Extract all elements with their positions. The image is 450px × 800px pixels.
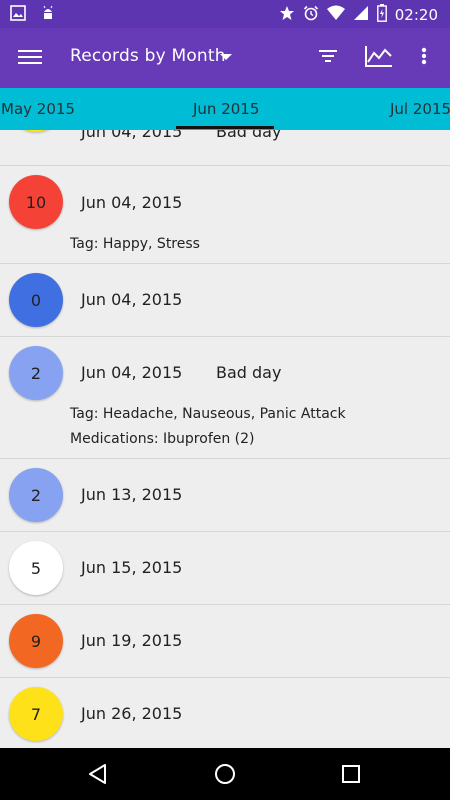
record-row[interactable]: 2 Jun 13, 2015 [0,459,450,532]
record-row[interactable]: 2 Jun 04, 2015 Bad day Tag: Headache, Na… [0,337,450,459]
menu-icon[interactable] [18,46,42,70]
month-tabs: May 2015 Jun 2015 Jul 2015 [0,88,450,130]
tab-next-month[interactable]: Jul 2015 [390,100,450,118]
records-list[interactable]: 7 Jun 04, 2015 Bad day 10 Jun 04, 2015 T… [0,130,450,748]
score-circle: 0 [9,273,63,327]
score-circle: 5 [9,541,63,595]
record-note: Bad day [216,130,282,141]
alarm-icon [303,5,319,25]
record-date: Jun 04, 2015 [81,290,183,309]
score-circle: 9 [9,614,63,668]
recents-icon[interactable] [339,762,363,786]
score-circle: 7 [9,130,63,132]
record-date: Jun 04, 2015 [81,193,183,212]
record-row[interactable]: 10 Jun 04, 2015 Tag: Happy, Stress [0,166,450,264]
more-vert-icon[interactable] [414,44,434,72]
system-nav-bar [0,748,450,800]
page-title[interactable]: Records by Month [70,46,226,66]
score-circle: 2 [9,346,63,400]
record-date: Jun 26, 2015 [81,704,183,723]
star-icon [279,5,295,25]
record-row[interactable]: 7 Jun 04, 2015 Bad day [0,130,450,166]
home-icon[interactable] [213,762,237,786]
wifi-icon [326,5,345,25]
app-bar: Records by Month [0,28,450,88]
back-icon[interactable] [86,762,110,786]
battery-icon [376,4,387,26]
tab-current-month[interactable]: Jun 2015 [193,100,259,118]
signal-icon [353,5,369,25]
tab-indicator [176,126,274,129]
record-date: Jun 15, 2015 [81,558,183,577]
image-icon [10,5,26,25]
record-tags: Tag: Happy, Stress [70,236,200,252]
record-row[interactable]: 9 Jun 19, 2015 [0,605,450,678]
record-date: Jun 19, 2015 [81,631,183,650]
chart-icon[interactable] [364,44,396,72]
android-icon [40,5,56,25]
record-row[interactable]: 0 Jun 04, 2015 [0,264,450,337]
score-circle: 7 [9,687,63,741]
status-time: 02:20 [394,6,438,24]
status-bar: 02:20 [0,0,450,28]
record-medications: Medications: Ibuprofen (2) [70,431,255,447]
record-note: Bad day [216,363,282,382]
chevron-down-icon[interactable] [220,54,232,60]
record-date: Jun 13, 2015 [81,485,183,504]
record-date: Jun 04, 2015 [81,363,183,382]
record-row[interactable]: 5 Jun 15, 2015 [0,532,450,605]
record-date: Jun 04, 2015 [81,130,183,141]
filter-icon[interactable] [316,44,342,72]
score-circle: 2 [9,468,63,522]
score-circle: 10 [9,175,63,229]
tab-prev-month[interactable]: May 2015 [1,100,75,118]
record-tags: Tag: Headache, Nauseous, Panic Attack [70,406,346,422]
record-row[interactable]: 7 Jun 26, 2015 [0,678,450,748]
